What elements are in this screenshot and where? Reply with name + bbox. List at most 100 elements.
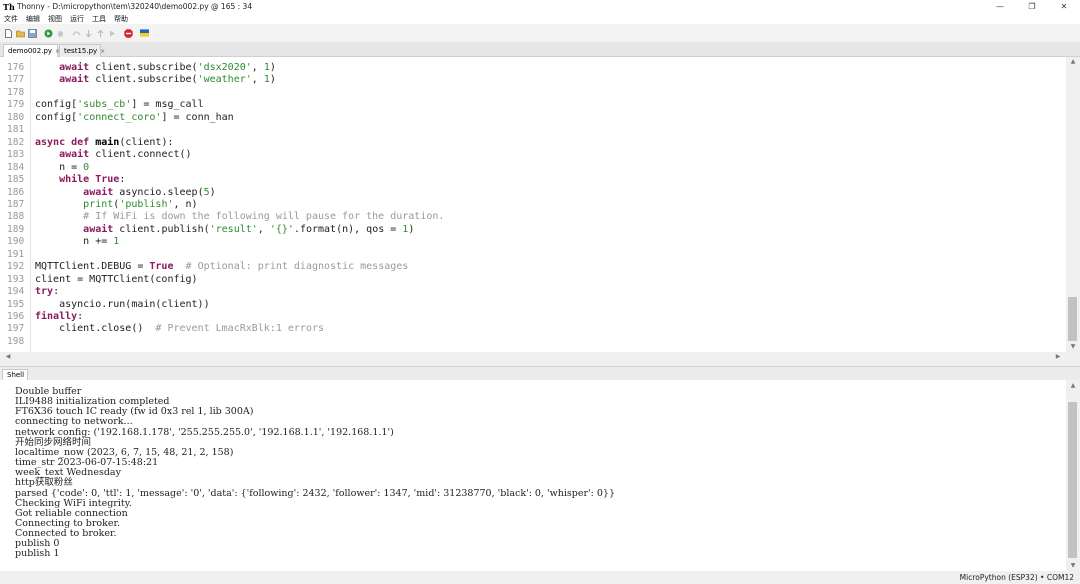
code-text: await client.publish('result', '{}'.form… xyxy=(83,223,415,235)
step-out-icon[interactable] xyxy=(96,29,105,38)
line-number: 181 xyxy=(7,124,25,136)
ukraine-flag-icon[interactable] xyxy=(140,29,149,38)
minimize-button[interactable]: — xyxy=(984,0,1016,13)
shell-scroll-thumb[interactable] xyxy=(1068,402,1077,558)
tab-close-icon[interactable]: × xyxy=(100,48,105,55)
code-text: await client.subscribe('dsx2020', 1) xyxy=(59,62,276,73)
code-line[interactable]: 192 MQTTClient.DEBUG = True # Optional: p… xyxy=(0,261,1066,273)
code-line[interactable]: 194 try: xyxy=(0,286,1066,298)
code-text: client = MQTTClient(config) xyxy=(35,273,198,285)
code-text: await asyncio.sleep(5) xyxy=(83,186,216,198)
line-number: 178 xyxy=(7,86,25,98)
thonny-logo-icon: Th xyxy=(3,1,15,12)
menu-edit[interactable]: 编辑 xyxy=(26,14,40,24)
stop-icon[interactable] xyxy=(124,28,133,38)
code-line[interactable]: 187 print('publish', n) xyxy=(0,199,1066,211)
shell-output-line: parsed {'code': 0, 'ttl': 1, 'message': … xyxy=(15,487,615,499)
line-number: 197 xyxy=(7,323,25,335)
code-text: config['connect_coro'] = conn_han xyxy=(35,111,234,123)
code-line[interactable]: 177 await client.subscribe('weather', 1) xyxy=(0,74,1066,86)
code-line[interactable]: 181 xyxy=(0,124,1066,136)
save-icon[interactable] xyxy=(28,28,37,38)
code-text: n = 0 xyxy=(35,161,90,173)
menu-run[interactable]: 运行 xyxy=(70,14,84,24)
window-title: Thonny - D:\micropython\tem\320240\demo0… xyxy=(17,2,253,11)
tab-label: demo002.py xyxy=(8,47,53,55)
line-number: 185 xyxy=(7,174,25,186)
code-line[interactable]: 190 n += 1 xyxy=(0,236,1066,248)
code-line[interactable]: 178 xyxy=(0,87,1066,99)
line-number: 187 xyxy=(7,198,25,210)
code-line[interactable]: 188 # If WiFi is down the following will… xyxy=(0,211,1066,223)
code-editor[interactable]: 176 await client.subscribe('dsx2020', 1)… xyxy=(0,57,1066,352)
menu-view[interactable]: 视图 xyxy=(48,14,62,24)
code-line[interactable]: 186 await asyncio.sleep(5) xyxy=(0,187,1066,199)
line-number: 176 xyxy=(7,62,25,73)
line-number: 188 xyxy=(7,211,25,223)
line-number: 186 xyxy=(7,186,25,198)
code-line[interactable]: 183 await client.connect() xyxy=(0,149,1066,161)
scroll-down-arrow-icon[interactable]: ▼ xyxy=(1067,343,1079,351)
line-number: 179 xyxy=(7,99,25,111)
line-number: 196 xyxy=(7,311,25,322)
debug-icon[interactable] xyxy=(56,29,65,38)
code-text: MQTTClient.DEBUG = True # Optional: prin… xyxy=(35,261,409,273)
code-line[interactable]: 185 while True: xyxy=(0,174,1066,186)
code-line[interactable]: 184 n = 0 xyxy=(0,162,1066,174)
code-text: try: xyxy=(35,286,60,298)
code-line[interactable]: 198 xyxy=(0,336,1066,348)
step-into-icon[interactable] xyxy=(84,29,93,38)
maximize-button[interactable]: ❐ xyxy=(1016,0,1048,13)
interpreter-status[interactable]: MicroPython (ESP32) • COM12 xyxy=(960,573,1074,582)
code-text: finally: xyxy=(35,311,84,322)
step-over-icon[interactable] xyxy=(72,29,81,38)
code-line[interactable]: 176 await client.subscribe('dsx2020', 1) xyxy=(0,62,1066,74)
scroll-left-arrow-icon[interactable]: ◀ xyxy=(2,353,14,361)
code-text: print('publish', n) xyxy=(83,198,198,210)
code-text: while True: xyxy=(59,174,126,186)
shell-output[interactable]: Double buffer ILI9488 initialization comp… xyxy=(0,380,1066,571)
tab-demo002[interactable]: demo002.py × xyxy=(3,44,60,57)
code-line[interactable]: 179 config['subs_cb'] = msg_call xyxy=(0,99,1066,111)
code-line[interactable]: 182 async def main(client): xyxy=(0,137,1066,149)
run-icon[interactable] xyxy=(44,29,53,38)
code-line[interactable]: 196 finally: xyxy=(0,311,1066,323)
editor-scroll-thumb[interactable] xyxy=(1068,297,1077,341)
status-bar: MicroPython (ESP32) • COM12 xyxy=(0,572,1080,584)
code-line[interactable]: 193 client = MQTTClient(config) xyxy=(0,274,1066,286)
scroll-up-arrow-icon[interactable]: ▲ xyxy=(1067,382,1079,390)
menu-help[interactable]: 帮助 xyxy=(114,14,128,24)
tab-label: test15.py xyxy=(64,47,98,55)
menu-tools[interactable]: 工具 xyxy=(92,14,106,24)
code-line[interactable]: 189 await client.publish('result', '{}'.… xyxy=(0,224,1066,236)
code-line[interactable]: 197 client.close() # Prevent LmacRxBlk:1… xyxy=(0,323,1066,335)
scroll-down-arrow-icon[interactable]: ▼ xyxy=(1067,562,1079,570)
menu-file[interactable]: 文件 xyxy=(4,14,18,24)
line-number: 177 xyxy=(7,74,25,86)
new-file-icon[interactable] xyxy=(4,28,13,38)
shell-output-line: http获取粉丝 xyxy=(15,477,73,489)
code-line[interactable]: 195 asyncio.run(main(client)) xyxy=(0,299,1066,311)
code-text: config['subs_cb'] = msg_call xyxy=(35,99,204,111)
resume-icon[interactable] xyxy=(108,29,117,38)
editor-vertical-scrollbar[interactable]: ▲ ▼ xyxy=(1066,57,1080,352)
line-number: 193 xyxy=(7,273,25,285)
code-text: asyncio.run(main(client)) xyxy=(35,298,210,310)
open-folder-icon[interactable] xyxy=(16,29,25,38)
code-text: await client.subscribe('weather', 1) xyxy=(59,74,276,86)
code-text: n += 1 xyxy=(35,236,120,248)
scroll-up-arrow-icon[interactable]: ▲ xyxy=(1067,58,1079,66)
shell-tab-bar: Shell xyxy=(0,366,1080,381)
line-number: 180 xyxy=(7,111,25,123)
shell-vertical-scrollbar[interactable]: ▲ ▼ xyxy=(1066,380,1080,571)
line-number: 183 xyxy=(7,149,25,161)
code-line[interactable]: 180 config['connect_coro'] = conn_han xyxy=(0,112,1066,124)
shell-output-line: connecting to network... xyxy=(15,416,133,428)
menu-bar: 文件 编辑 视图 运行 工具 帮助 xyxy=(0,13,1080,24)
tab-test15[interactable]: test15.py × xyxy=(59,44,105,57)
code-text: async def main(client): xyxy=(35,136,174,148)
code-line[interactable]: 191 xyxy=(0,249,1066,261)
scroll-right-arrow-icon[interactable]: ▶ xyxy=(1052,353,1064,361)
editor-horizontal-scrollbar[interactable]: ◀ ▶ xyxy=(0,352,1066,362)
close-window-button[interactable]: ✕ xyxy=(1048,0,1080,13)
